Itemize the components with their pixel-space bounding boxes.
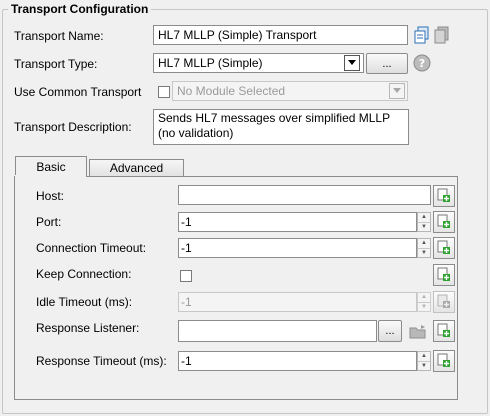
- add-variable-icon: [437, 323, 451, 340]
- transport-description-label: Transport Description:: [14, 120, 132, 134]
- transport-type-select[interactable]: HL7 MLLP (Simple): [153, 53, 364, 73]
- transport-type-browse-button[interactable]: ...: [366, 53, 408, 74]
- idle-timeout-add-variable-button[interactable]: [433, 291, 455, 313]
- add-variable-icon: [437, 294, 451, 311]
- keep-connection-label: Keep Connection:: [36, 267, 132, 281]
- transport-name-label: Transport Name:: [14, 29, 104, 43]
- host-label: Host:: [36, 189, 65, 203]
- common-module-select[interactable]: No Module Selected: [172, 81, 408, 101]
- idle-timeout-input[interactable]: -1: [178, 292, 417, 312]
- add-variable-icon: [437, 240, 451, 257]
- host-add-variable-button[interactable]: [433, 185, 455, 207]
- transport-type-label: Transport Type:: [14, 57, 98, 71]
- add-variable-icon: [437, 267, 451, 284]
- response-timeout-spinner[interactable]: ▲ ▼: [417, 351, 431, 371]
- group-title: Transport Configuration: [8, 2, 152, 16]
- idle-timeout-spinner[interactable]: ▲ ▼: [417, 292, 431, 312]
- keep-connection-checkbox[interactable]: [180, 270, 192, 282]
- port-add-variable-button[interactable]: [433, 211, 455, 233]
- transport-description-textarea[interactable]: Sends HL7 messages over simplified MLLP …: [153, 109, 409, 145]
- port-input[interactable]: -1: [178, 212, 417, 232]
- transport-name-input[interactable]: HL7 MLLP (Simple) Transport: [153, 25, 408, 45]
- response-listener-browse-button[interactable]: ...: [378, 320, 402, 342]
- svg-text:?: ?: [419, 57, 425, 70]
- use-common-transport-label: Use Common Transport: [14, 85, 142, 99]
- folder-icon[interactable]: [407, 322, 429, 342]
- chevron-down-icon[interactable]: [389, 83, 405, 99]
- response-listener-label: Response Listener:: [36, 321, 140, 335]
- connection-timeout-spinner[interactable]: ▲ ▼: [417, 238, 431, 258]
- add-variable-icon: [437, 353, 451, 370]
- connection-timeout-add-variable-button[interactable]: [433, 237, 455, 259]
- idle-timeout-label: Idle Timeout (ms):: [36, 295, 133, 309]
- chevron-down-icon[interactable]: [344, 55, 360, 71]
- help-icon[interactable]: ?: [413, 54, 431, 72]
- tab-basic[interactable]: Basic: [15, 156, 87, 177]
- response-timeout-input[interactable]: -1: [178, 351, 417, 371]
- active-tab-joiner: [15, 175, 86, 177]
- response-listener-input[interactable]: [178, 320, 377, 342]
- response-timeout-label: Response Timeout (ms):: [36, 354, 167, 368]
- host-input[interactable]: [178, 185, 431, 205]
- port-spinner[interactable]: ▲ ▼: [417, 212, 431, 232]
- copy-icon[interactable]: [413, 25, 431, 45]
- keep-connection-add-variable-button[interactable]: [433, 264, 455, 286]
- connection-timeout-label: Connection Timeout:: [36, 241, 147, 255]
- connection-timeout-input[interactable]: -1: [178, 238, 417, 258]
- tab-advanced[interactable]: Advanced: [89, 159, 184, 176]
- use-common-transport-checkbox[interactable]: [158, 86, 170, 98]
- response-timeout-add-variable-button[interactable]: [433, 350, 455, 372]
- port-label: Port:: [36, 215, 62, 229]
- add-variable-icon: [437, 188, 451, 205]
- add-variable-icon: [437, 214, 451, 231]
- paste-icon[interactable]: [433, 25, 451, 45]
- response-listener-add-variable-button[interactable]: [433, 320, 455, 342]
